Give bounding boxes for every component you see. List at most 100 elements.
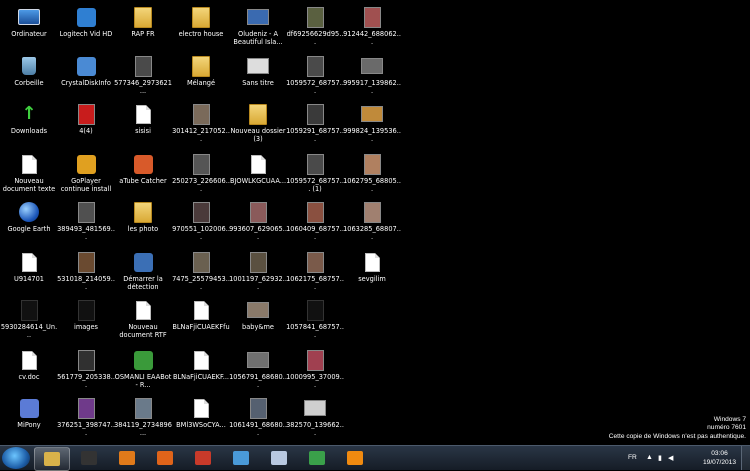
taskbar-firefox-button[interactable] bbox=[148, 447, 182, 469]
desktop-icon[interactable]: ↑ Downloads bbox=[0, 100, 58, 136]
desktop-icon-label: 993607_629065... bbox=[229, 225, 287, 241]
tray-arrow-icon[interactable]: ▲ bbox=[646, 454, 653, 461]
desktop-icon[interactable]: BLNaFjiCUAEKFfu bbox=[172, 296, 230, 331]
desktop-icon-label: 250273_226606... bbox=[172, 177, 230, 193]
desktop-icon-label: cv.doc bbox=[18, 373, 40, 381]
desktop-icon[interactable]: Nouveau document RTF bbox=[114, 296, 172, 339]
desktop-icon[interactable]: 970551_102006... bbox=[172, 198, 230, 241]
volume-icon[interactable]: ◀ bbox=[668, 454, 673, 462]
itunes-icon bbox=[233, 451, 249, 465]
desktop-icon[interactable]: 561779_205338... bbox=[57, 346, 115, 389]
desktop-icon[interactable]: 1056791_68680... bbox=[229, 346, 287, 389]
desktop-icon[interactable]: Nouveau document texte bbox=[0, 150, 58, 193]
desktop-icon[interactable]: sevgilim bbox=[343, 248, 401, 283]
desktop-icon[interactable]: 999824_139536... bbox=[343, 100, 401, 143]
desktop-icon-label: 1001197_62932... bbox=[229, 275, 287, 291]
desktop-icon[interactable]: aTube Catcher bbox=[114, 150, 172, 185]
desktop-icon[interactable]: 7475_25579453... bbox=[172, 248, 230, 291]
desktop-icon[interactable]: 912442_688062... bbox=[343, 3, 401, 46]
desktop-icon[interactable]: 5930284614_Un... bbox=[0, 296, 58, 339]
taskbar-studio-button[interactable] bbox=[72, 447, 106, 469]
taskbar-document-button[interactable] bbox=[262, 447, 296, 469]
chrome-icon bbox=[309, 451, 325, 465]
desktop-icon[interactable]: BJOWLKGCUAA... bbox=[229, 150, 287, 185]
taskbar-vlc-button[interactable] bbox=[338, 447, 372, 469]
desktop-icon[interactable]: 1062175_68757... bbox=[286, 248, 344, 291]
desktop-icon[interactable]: Google Earth bbox=[0, 198, 58, 233]
firefox-icon bbox=[157, 451, 173, 465]
desktop-icon[interactable]: 577346_2973621... bbox=[114, 52, 172, 95]
photo-icon bbox=[188, 103, 214, 125]
desktop-icon-label: 1059572_68757... (1) bbox=[286, 177, 344, 193]
doc-icon bbox=[359, 251, 385, 273]
desktop-icon[interactable]: baby&me bbox=[229, 296, 287, 331]
desktop-icon[interactable]: CrystalDiskInfo bbox=[57, 52, 115, 87]
desktop-icon[interactable]: Oludeniz - A Beautiful Isla... bbox=[229, 3, 287, 46]
desktop-icon[interactable]: les photo bbox=[114, 198, 172, 233]
taskbar-ccleaner-button[interactable] bbox=[186, 447, 220, 469]
desktop-icon-label: Oludeniz - A Beautiful Isla... bbox=[233, 30, 283, 46]
desktop-icon[interactable]: 1061491_68680... bbox=[229, 394, 287, 437]
start-button[interactable] bbox=[2, 447, 30, 469]
taskbar-media-player-button[interactable] bbox=[110, 447, 144, 469]
photo-icon bbox=[130, 397, 156, 419]
desktop-icon[interactable]: Démarrer la détection bbox=[114, 248, 172, 291]
taskbar-explorer-button[interactable] bbox=[34, 447, 70, 471]
desktop-icon[interactable]: 1001197_62932... bbox=[229, 248, 287, 291]
desktop-icon[interactable]: Nouveau dossier (3) bbox=[229, 100, 287, 143]
desktop-icon[interactable]: df69256629d95... bbox=[286, 3, 344, 46]
desktop-icon[interactable]: U914701 bbox=[0, 248, 58, 283]
desktop-icon[interactable]: 1057841_68757... bbox=[286, 296, 344, 339]
desktop-icon[interactable]: 1059572_68757... bbox=[286, 52, 344, 95]
desktop-icon[interactable]: MiPony bbox=[0, 394, 58, 429]
clock-time: 03:06 bbox=[711, 450, 728, 457]
desktop-icon[interactable]: 993607_629065... bbox=[229, 198, 287, 241]
desktop-icon[interactable]: 4(4) bbox=[57, 100, 115, 135]
desktop-icon[interactable]: Mélangé bbox=[172, 52, 230, 87]
desktop-icon[interactable]: 1062795_68805... bbox=[343, 150, 401, 193]
desktop-icon[interactable]: 301412_217052... bbox=[172, 100, 230, 143]
desktop-icon[interactable]: 1063285_68807... bbox=[343, 198, 401, 241]
desktop-icon[interactable]: RAP FR bbox=[114, 3, 172, 38]
desktop-icon[interactable]: Logitech Vid HD bbox=[57, 3, 115, 38]
doc-icon bbox=[130, 299, 156, 321]
desktop-icon[interactable]: 384119_2734896... bbox=[114, 394, 172, 437]
desktop-icon[interactable]: Ordinateur bbox=[0, 3, 58, 38]
desktop-icon[interactable]: BLNaFjiCUAEKF... bbox=[172, 346, 230, 381]
desktop-icon[interactable]: 1059572_68757... (1) bbox=[286, 150, 344, 193]
desktop-icon[interactable]: 250273_226606... bbox=[172, 150, 230, 193]
desktop-icon[interactable]: Sans titre bbox=[229, 52, 287, 87]
desktop-icon-label: GoPlayer continue install bbox=[60, 177, 112, 193]
desktop-icon[interactable]: 389493_481569... bbox=[57, 198, 115, 241]
desktop-icon[interactable]: 531018_214059... bbox=[57, 248, 115, 291]
desktop-icon-label: Downloads bbox=[10, 127, 48, 135]
desktop-icon[interactable]: images bbox=[57, 296, 115, 331]
desktop-icon-label: Nouveau document texte bbox=[2, 177, 56, 193]
ccleaner-icon bbox=[195, 451, 211, 465]
desktop-icon[interactable]: electro house bbox=[172, 3, 230, 38]
desktop-icon[interactable]: 382570_139662... bbox=[286, 394, 344, 437]
pc-icon bbox=[16, 6, 42, 28]
desktop-icon[interactable]: 1059291_68757... bbox=[286, 100, 344, 143]
desktop-icon[interactable]: 1060409_68757... bbox=[286, 198, 344, 241]
desktop-icon[interactable]: GoPlayer continue install bbox=[57, 150, 115, 193]
taskbar-chrome-button[interactable] bbox=[300, 447, 334, 469]
network-icon[interactable]: ▮ bbox=[658, 454, 662, 462]
desktop-icon[interactable]: Corbeille bbox=[0, 52, 58, 87]
desktop-icon[interactable]: 995917_139862... bbox=[343, 52, 401, 95]
desktop-icon[interactable]: cv.doc bbox=[0, 346, 58, 381]
desktop-icon[interactable]: 1000995_37009... bbox=[286, 346, 344, 389]
desktop-icon-label: Corbeille bbox=[14, 79, 44, 87]
desktop-icon[interactable]: 376251_398747... bbox=[57, 394, 115, 437]
clock[interactable]: 03:06 19/07/2013 bbox=[703, 449, 736, 467]
folder-icon bbox=[188, 6, 214, 28]
language-indicator[interactable]: FR bbox=[628, 454, 637, 461]
desktop-icon[interactable]: OSMANLI EAABot - R... bbox=[114, 346, 172, 389]
taskbar-itunes-button[interactable] bbox=[224, 447, 258, 469]
desktop-icon[interactable]: BMl3WSoCYA... bbox=[172, 394, 230, 429]
photo-icon bbox=[302, 6, 328, 28]
desktop-icon-label: df69256629d95... bbox=[286, 30, 344, 46]
explorer-icon bbox=[44, 452, 60, 466]
show-desktop-button[interactable] bbox=[741, 446, 750, 470]
desktop-icon[interactable]: sisisi bbox=[114, 100, 172, 135]
